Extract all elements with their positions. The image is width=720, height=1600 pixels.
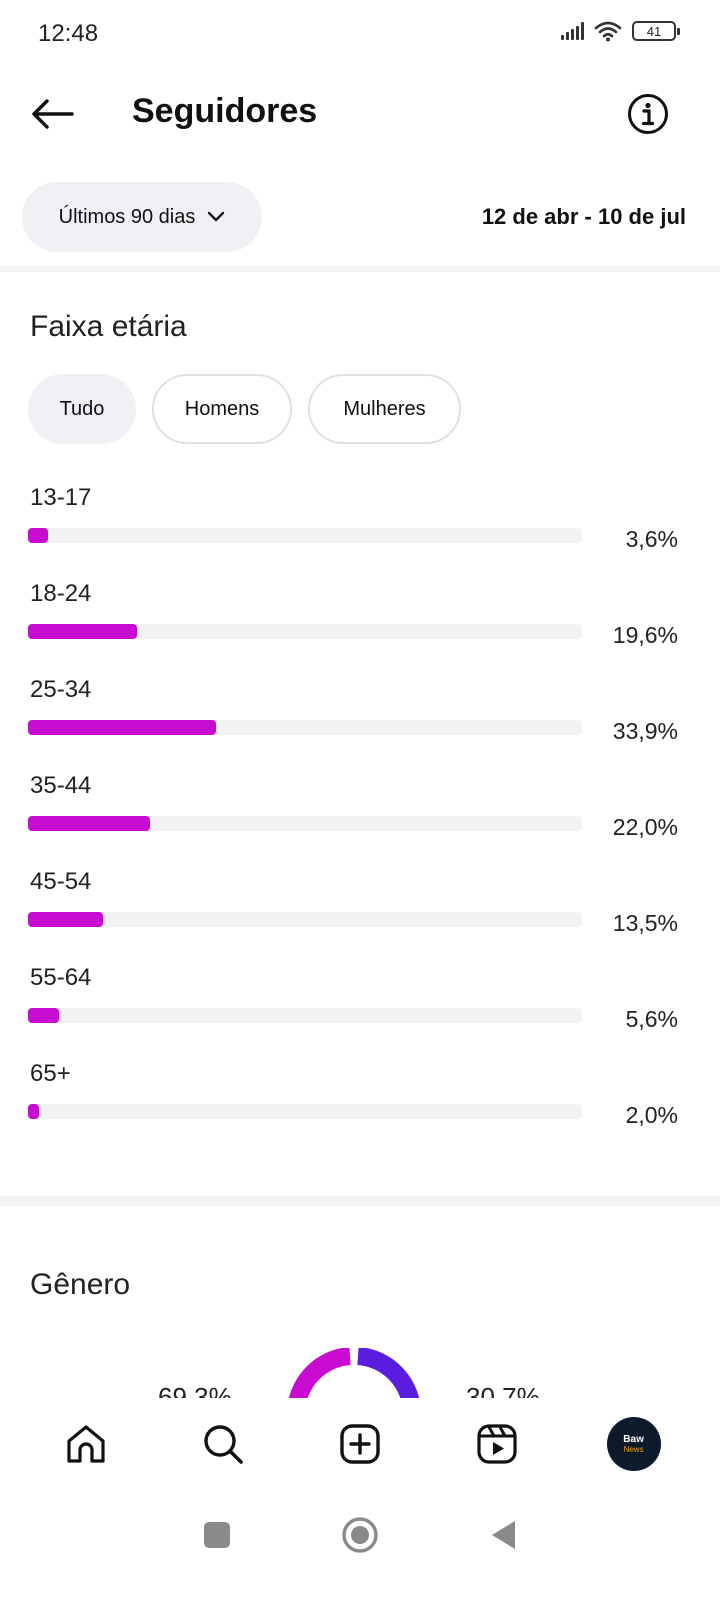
back-triangle-icon[interactable] [489,1519,517,1551]
age-percent-value: 2,0% [625,1102,678,1128]
age-row: 25-34 33,9% [0,672,720,768]
donut-segment-left [288,1348,352,1400]
avatar-text: Baw [623,1433,644,1445]
nav-search[interactable] [193,1414,253,1474]
age-percent-value: 19,6% [612,622,678,648]
age-bar-fill [28,720,216,735]
chip-all[interactable]: Tudo [28,374,136,444]
age-row: 55-64 5,6% [0,960,720,1056]
chevron-down-icon [208,211,225,222]
nav-create[interactable] [330,1414,390,1474]
nav-profile[interactable]: Baw News [604,1414,664,1474]
home-icon [67,1425,105,1463]
age-bar-track [28,624,582,639]
info-icon [628,94,668,134]
age-bar-track [28,816,582,831]
nav-reels[interactable] [467,1414,527,1474]
age-row: 13-17 3,6% [0,480,720,576]
chip-women[interactable]: Mulheres [308,374,461,444]
info-button[interactable] [624,90,672,138]
page-title: Seguidores [132,92,318,130]
nav-home[interactable] [56,1414,116,1474]
age-bar-track [28,1008,582,1023]
bottom-navigation: Baw News [0,1398,720,1490]
age-bar-fill [28,528,48,543]
age-bar-track [28,1104,582,1119]
age-range-label: 65+ [30,1060,71,1087]
age-bar-fill [28,912,103,927]
age-range-label: 18-24 [30,580,92,607]
age-bar-fill [28,1008,59,1023]
create-icon [340,1424,380,1464]
arrow-left-icon [32,99,74,129]
age-bar-track [28,528,582,543]
age-range-label: 25-34 [30,676,92,703]
search-icon [204,1425,243,1464]
age-row: 35-44 22,0% [0,768,720,864]
divider [0,1196,720,1206]
avatar-subtext: News [623,1444,644,1454]
donut-segment-right [356,1348,420,1400]
period-label: Últimos 90 dias [58,205,196,228]
home-button-icon[interactable] [341,1516,379,1554]
age-range-label: 45-54 [30,868,92,895]
signal-icon [561,22,584,40]
age-bar-fill [28,1104,39,1119]
status-time: 12:48 [38,20,99,47]
header: Seguidores [0,78,720,150]
age-range-label: 35-44 [30,772,92,799]
age-percent-value: 13,5% [612,910,678,936]
age-percent-value: 3,6% [625,526,678,552]
wifi-icon [594,21,622,42]
chip-men[interactable]: Homens [152,374,292,444]
reels-icon [477,1424,517,1464]
age-bar-fill [28,816,150,831]
age-percent-value: 33,9% [612,718,678,744]
age-bar-track [28,912,582,927]
system-navigation [0,1490,720,1600]
filter-row: Últimos 90 dias 12 de abr - 10 de jul [0,182,720,252]
gender-section-title: Gênero [30,1268,131,1301]
age-bar-track [28,720,582,735]
age-row: 45-54 13,5% [0,864,720,960]
age-range-label: 13-17 [30,484,92,511]
back-button[interactable] [26,90,78,138]
status-bar: 12:48 41 [0,0,720,68]
gender-filter-chips: Tudo Homens Mulheres [28,374,461,444]
profile-avatar: Baw News [606,1417,661,1471]
age-range-label: 55-64 [30,964,92,991]
age-row: 65+ 2,0% [0,1056,720,1152]
battery-icon: 41 [632,21,680,41]
age-percent-value: 5,6% [625,1006,678,1032]
age-row: 18-24 19,6% [0,576,720,672]
period-dropdown[interactable]: Últimos 90 dias [22,182,262,252]
gender-chart: 69,3% 30,7% [0,1330,720,1400]
gender-donut-chart [288,1348,420,1400]
recent-apps-icon[interactable] [203,1521,231,1549]
age-percent-value: 22,0% [612,814,678,840]
date-range: 12 de abr - 10 de jul [481,204,686,229]
age-section-title: Faixa etária [30,310,187,343]
divider [0,266,720,272]
status-icons: 41 [561,20,680,42]
age-bar-fill [28,624,137,639]
age-distribution-list: 13-17 3,6% 18-24 19,6% 25-34 33,9% 35-44 22,0% 4… [0,480,720,1152]
